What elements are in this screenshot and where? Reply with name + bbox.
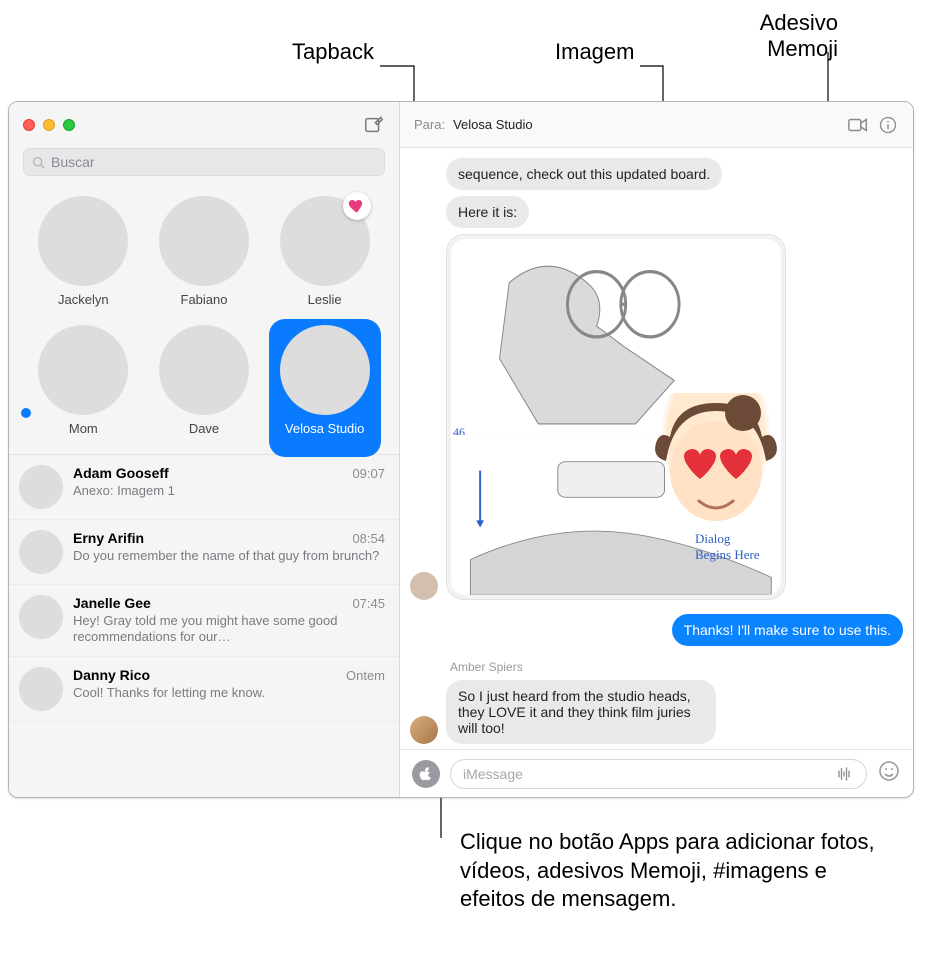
avatar bbox=[19, 667, 63, 711]
avatar bbox=[19, 595, 63, 639]
conversation-list: Adam Gooseff 09:07 Anexo: Imagem 1 Erny … bbox=[9, 454, 399, 797]
pin-dave[interactable]: Dave bbox=[144, 325, 265, 436]
conversation-time: 07:45 bbox=[352, 596, 385, 611]
pinned-grid: Jackelyn Fabiano Leslie Mom Dave bbox=[9, 188, 399, 454]
sidebar: Buscar Jackelyn Fabiano Leslie Mom bbox=[9, 102, 400, 797]
pin-label: Jackelyn bbox=[58, 292, 109, 307]
messages-window: Buscar Jackelyn Fabiano Leslie Mom bbox=[8, 101, 914, 798]
message-bubble[interactable]: So I just heard from the studio heads, t… bbox=[446, 680, 716, 744]
message-bubble[interactable]: Here it is: bbox=[446, 196, 529, 228]
label-image: Imagem bbox=[555, 39, 634, 65]
pin-label: Dave bbox=[189, 421, 219, 436]
compose-button[interactable] bbox=[363, 114, 385, 136]
conversation-row[interactable]: Adam Gooseff 09:07 Anexo: Imagem 1 bbox=[9, 455, 399, 520]
pin-label: Mom bbox=[69, 421, 98, 436]
memoji-sticker[interactable] bbox=[651, 393, 781, 533]
tapback-heart-icon bbox=[343, 192, 371, 220]
compose-bar: iMessage bbox=[400, 749, 913, 797]
image-note: Dialog Begins Here bbox=[695, 531, 765, 563]
conversation-preview: Do you remember the name of that guy fro… bbox=[73, 548, 385, 564]
avatar bbox=[38, 196, 128, 286]
conversation-preview: Anexo: Imagem 1 bbox=[73, 483, 385, 499]
avatar bbox=[280, 325, 370, 415]
pin-leslie[interactable]: Leslie bbox=[264, 196, 385, 307]
search-input[interactable]: Buscar bbox=[23, 148, 385, 176]
to-label: Para: bbox=[414, 117, 445, 132]
label-tapback: Tapback bbox=[292, 39, 374, 65]
message-bubble-sent[interactable]: Thanks! I'll make sure to use this. bbox=[672, 614, 903, 646]
facetime-icon[interactable] bbox=[847, 114, 869, 136]
unread-dot-icon bbox=[21, 408, 31, 418]
conversation-row[interactable]: Janelle Gee 07:45 Hey! Gray told me you … bbox=[9, 585, 399, 657]
pin-label: Fabiano bbox=[181, 292, 228, 307]
message-bubble[interactable]: sequence, check out this updated board. bbox=[446, 158, 722, 190]
conversation-preview: Cool! Thanks for letting me know. bbox=[73, 685, 385, 701]
pin-label: Velosa Studio bbox=[285, 421, 365, 436]
conversation-time: Ontem bbox=[346, 668, 385, 683]
avatar bbox=[38, 325, 128, 415]
conversation-time: 09:07 bbox=[352, 466, 385, 481]
chat-pane: Para: Velosa Studio sequence, check out … bbox=[400, 102, 913, 797]
conversation-row[interactable]: Danny Rico Ontem Cool! Thanks for lettin… bbox=[9, 657, 399, 722]
conversation-name: Danny Rico bbox=[73, 667, 150, 683]
info-icon[interactable] bbox=[877, 114, 899, 136]
chat-header: Para: Velosa Studio bbox=[400, 102, 913, 148]
message-input[interactable]: iMessage bbox=[450, 759, 867, 789]
pin-jackelyn[interactable]: Jackelyn bbox=[23, 196, 144, 307]
apps-button[interactable] bbox=[412, 760, 440, 788]
chat-scroll[interactable]: sequence, check out this updated board. … bbox=[400, 148, 913, 749]
conversation-name: Erny Arifin bbox=[73, 530, 144, 546]
pin-mom[interactable]: Mom bbox=[23, 325, 144, 436]
message-placeholder: iMessage bbox=[463, 766, 826, 782]
pin-fabiano[interactable]: Fabiano bbox=[144, 196, 265, 307]
avatar bbox=[19, 530, 63, 574]
voice-memo-icon[interactable] bbox=[834, 764, 854, 784]
avatar bbox=[19, 465, 63, 509]
to-value: Velosa Studio bbox=[453, 117, 533, 132]
label-memoji: Adesivo Memoji bbox=[718, 10, 838, 62]
sender-avatar[interactable] bbox=[410, 572, 438, 600]
search-placeholder: Buscar bbox=[51, 154, 95, 170]
conversation-preview: Hey! Gray told me you might have some go… bbox=[73, 613, 385, 646]
avatar bbox=[159, 196, 249, 286]
message-image[interactable]: 45 Hold on actor reading 46 Cut (Fade in… bbox=[446, 234, 786, 600]
window-maximize-button[interactable] bbox=[63, 119, 75, 131]
window-titlebar bbox=[9, 102, 399, 148]
window-close-button[interactable] bbox=[23, 119, 35, 131]
label-apps-hint: Clique no botão Apps para adicionar foto… bbox=[460, 828, 890, 914]
window-minimize-button[interactable] bbox=[43, 119, 55, 131]
emoji-button[interactable] bbox=[877, 759, 901, 788]
conversation-name: Adam Gooseff bbox=[73, 465, 169, 481]
sender-name: Amber Spiers bbox=[450, 660, 903, 674]
conversation-name: Janelle Gee bbox=[73, 595, 151, 611]
pin-label: Leslie bbox=[308, 292, 342, 307]
conversation-row[interactable]: Erny Arifin 08:54 Do you remember the na… bbox=[9, 520, 399, 585]
avatar bbox=[159, 325, 249, 415]
conversation-time: 08:54 bbox=[352, 531, 385, 546]
pin-velosa-studio[interactable]: Velosa Studio bbox=[264, 325, 385, 436]
sender-avatar[interactable] bbox=[410, 716, 438, 744]
